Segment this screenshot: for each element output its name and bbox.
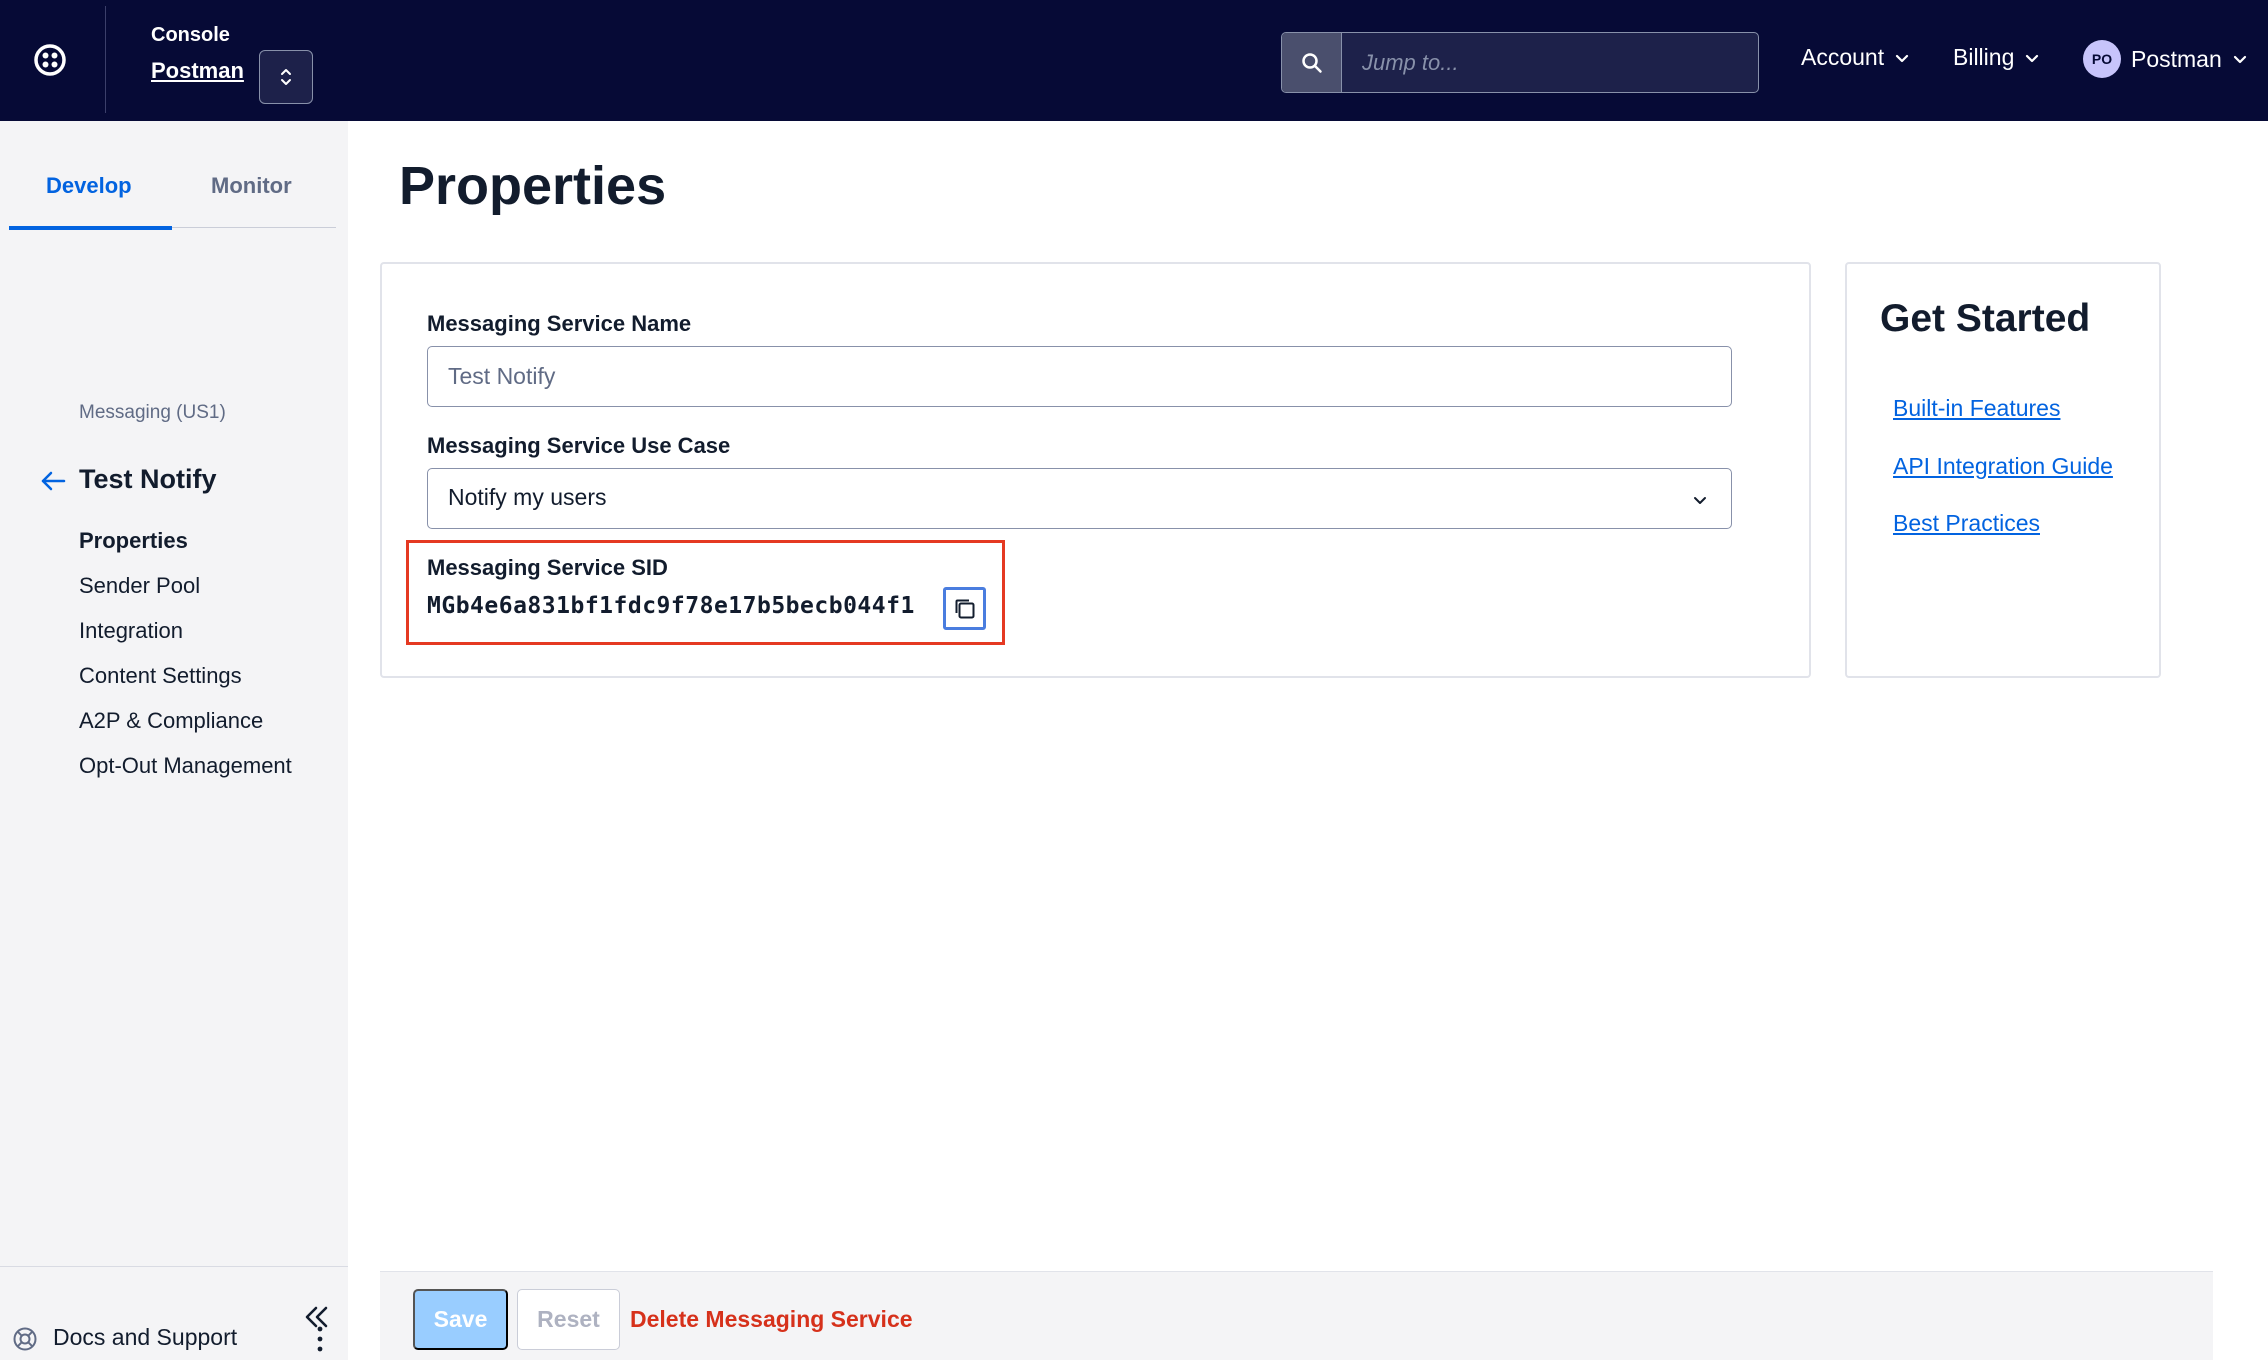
service-name-input[interactable] xyxy=(427,346,1732,407)
user-menu[interactable]: PO Postman xyxy=(2083,40,2248,78)
search-input[interactable] xyxy=(1342,33,1758,92)
billing-menu[interactable]: Billing xyxy=(1953,44,2040,71)
sidebar-item-integration[interactable]: Integration xyxy=(79,617,292,662)
copy-icon xyxy=(955,599,974,618)
account-menu-label: Account xyxy=(1801,44,1885,70)
user-name: Postman xyxy=(2131,45,2222,72)
collapse-sidebar-icon[interactable] xyxy=(300,1301,332,1333)
billing-menu-label: Billing xyxy=(1953,44,2015,70)
chevron-down-icon xyxy=(2026,54,2039,62)
sidebar-item-sender-pool[interactable]: Sender Pool xyxy=(79,572,292,617)
chevron-down-icon xyxy=(1694,497,1706,504)
user-avatar: PO xyxy=(2083,40,2121,78)
use-case-select[interactable]: Notify my users xyxy=(427,468,1732,529)
docs-and-support-label: Docs and Support xyxy=(53,1324,238,1350)
service-title: Test Notify xyxy=(79,464,217,494)
api-integration-guide-link[interactable]: API Integration Guide xyxy=(1893,453,2113,480)
docs-and-support[interactable]: Docs and Support xyxy=(12,1324,338,1354)
best-practices-link[interactable]: Best Practices xyxy=(1893,510,2040,537)
built-in-features-link[interactable]: Built-in Features xyxy=(1893,395,2060,422)
twilio-logo-icon[interactable] xyxy=(30,40,70,80)
lifebuoy-icon xyxy=(13,1327,37,1351)
sidebar-item-properties[interactable]: Properties xyxy=(79,527,292,572)
chevron-up-down-icon xyxy=(281,69,291,85)
service-name-label: Messaging Service Name xyxy=(427,311,692,336)
sidebar-item-a2p-compliance[interactable]: A2P & Compliance xyxy=(79,707,292,752)
account-name-link[interactable]: Postman xyxy=(151,58,244,84)
get-started-title: Get Started xyxy=(1880,297,2091,340)
form-footer: Save Reset Delete Messaging Service xyxy=(380,1271,2213,1360)
reset-button[interactable]: Reset xyxy=(517,1289,620,1350)
service-nav: Properties Sender Pool Integration Conte… xyxy=(79,527,292,797)
sid-label: Messaging Service SID xyxy=(427,555,668,580)
top-navigation-bar: Console Postman Account Billing PO Postm… xyxy=(0,0,2268,121)
page-title: Properties xyxy=(399,156,667,216)
jump-to-search xyxy=(1281,32,1759,93)
active-tab-indicator xyxy=(9,226,172,230)
sidebar-tabs: Develop Monitor xyxy=(9,173,336,230)
chevron-down-icon xyxy=(1896,54,1909,62)
use-case-selected-value: Notify my users xyxy=(448,484,607,510)
back-arrow-icon[interactable] xyxy=(38,466,68,496)
tab-monitor[interactable]: Monitor xyxy=(211,173,292,199)
search-icon xyxy=(1301,52,1322,73)
use-case-label: Messaging Service Use Case xyxy=(427,433,731,458)
save-button[interactable]: Save xyxy=(413,1289,508,1350)
topbar-divider xyxy=(105,6,106,113)
console-label: Console xyxy=(151,24,230,46)
account-switcher-button[interactable] xyxy=(259,50,313,104)
search-button[interactable] xyxy=(1282,33,1342,92)
delete-service-button[interactable]: Delete Messaging Service xyxy=(630,1289,913,1350)
sidebar: Develop Monitor Messaging (US1) Test Not… xyxy=(0,121,348,1360)
breadcrumb-messaging[interactable]: Messaging (US1) xyxy=(79,402,226,424)
tab-develop[interactable]: Develop xyxy=(46,173,132,199)
chevron-down-icon xyxy=(2233,55,2246,64)
copy-sid-button[interactable] xyxy=(943,587,986,630)
account-menu[interactable]: Account xyxy=(1801,44,1910,71)
sidebar-item-content-settings[interactable]: Content Settings xyxy=(79,662,292,707)
sidebar-item-opt-out-management[interactable]: Opt-Out Management xyxy=(79,752,292,797)
sid-value: MGb4e6a831bf1fdc9f78e17b5becb044f1 xyxy=(427,593,915,619)
sidebar-divider xyxy=(0,1266,348,1267)
